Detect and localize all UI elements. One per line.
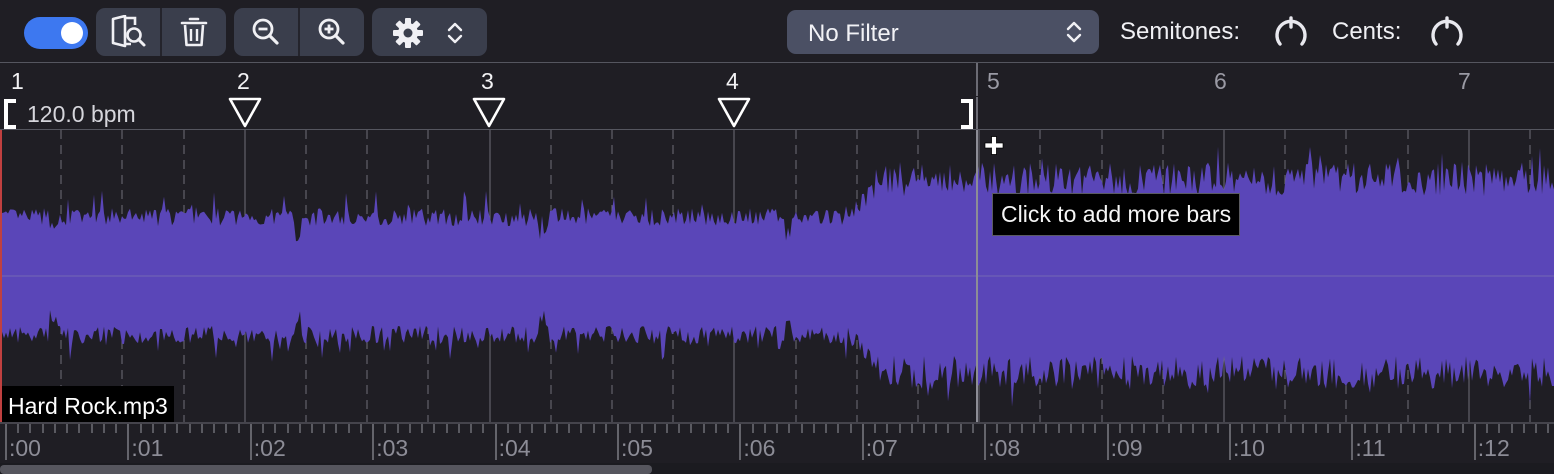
toolbar: No Filter Semitones: Cents: — [0, 0, 1554, 62]
file-button-group — [96, 8, 226, 56]
updown-chevron-icon — [1066, 21, 1082, 43]
time-label: :00 — [9, 435, 41, 461]
track-file-name: Hard Rock.mp3 — [2, 386, 174, 424]
playhead — [0, 130, 2, 422]
waveform-area[interactable] — [0, 130, 1554, 422]
beat-marker-icon[interactable] — [471, 97, 507, 129]
bar-number: 7 — [1458, 68, 1471, 94]
zoom-out-button[interactable] — [234, 8, 300, 56]
updown-chevron-icon — [446, 21, 464, 50]
bar-number: 5 — [987, 68, 1000, 94]
semitones-label: Semitones: — [1120, 18, 1241, 45]
time-label: :06 — [743, 435, 775, 461]
time-label: :12 — [1478, 435, 1510, 461]
time-label: :10 — [1233, 435, 1265, 461]
filter-select-value: No Filter — [808, 20, 899, 47]
loop-start-bracket-icon[interactable] — [3, 99, 19, 129]
delete-button[interactable] — [162, 8, 226, 56]
add-bars-tooltip: Click to add more bars — [992, 193, 1241, 236]
semitones-knob[interactable] — [1271, 14, 1311, 50]
loop-end-bracket-icon[interactable] — [958, 99, 974, 129]
find-in-library-button[interactable] — [96, 8, 162, 56]
time-label: :07 — [866, 435, 898, 461]
beat-marker-icon[interactable] — [716, 97, 752, 129]
time-ticks — [5, 424, 1549, 460]
time-label: :09 — [1111, 435, 1143, 461]
bar-number: 4 — [726, 68, 739, 94]
zoom-in-button[interactable] — [300, 8, 364, 56]
gear-icon — [392, 17, 424, 54]
horizontal-scrollbar[interactable] — [0, 463, 1554, 474]
loop-end-divider — [976, 63, 978, 96]
filter-select[interactable]: No Filter — [787, 10, 1099, 54]
tempo-marker-row: 120.0 bpm — [0, 97, 1554, 130]
time-label: :08 — [988, 435, 1020, 461]
beat-marker-icon[interactable] — [227, 97, 263, 129]
crosshair-cursor-icon — [984, 136, 1004, 155]
scrollbar-thumb[interactable] — [0, 465, 652, 474]
bar-number: 2 — [237, 68, 250, 94]
time-label: :05 — [621, 435, 653, 461]
time-label: :01 — [131, 435, 163, 461]
cents-knob[interactable] — [1427, 14, 1467, 50]
time-ruler[interactable]: :00 :01 :02 :03 :04 :05 :06 :07 :08 :09 :10 :11 :12 — [0, 422, 1554, 462]
time-label: :03 — [376, 435, 408, 461]
bar-number: 1 — [11, 68, 24, 94]
bar-ruler[interactable]: 1 2 3 4 5 6 7 — [0, 62, 1554, 98]
tempo-label[interactable]: 120.0 bpm — [27, 101, 136, 128]
time-label: :02 — [254, 435, 286, 461]
zoom-out-icon — [252, 18, 279, 45]
time-labels: :00 :01 :02 :03 :04 :05 :06 :07 :08 :09 :10 :11 :12 — [9, 435, 1510, 461]
cents-label: Cents: — [1332, 18, 1402, 45]
zoom-button-group — [234, 8, 364, 56]
find-in-library-icon — [111, 15, 146, 48]
waveform — [0, 146, 1554, 407]
time-label: :11 — [1355, 435, 1385, 461]
bar-number: 6 — [1214, 68, 1227, 94]
enable-toggle[interactable] — [24, 17, 88, 49]
settings-menu-button[interactable] — [372, 8, 487, 56]
toggle-knob — [61, 22, 83, 44]
bar-number: 3 — [481, 68, 494, 94]
zoom-in-icon — [318, 18, 345, 45]
loop-end-divider — [976, 97, 978, 129]
trash-icon — [180, 17, 208, 47]
time-label: :04 — [499, 435, 531, 461]
